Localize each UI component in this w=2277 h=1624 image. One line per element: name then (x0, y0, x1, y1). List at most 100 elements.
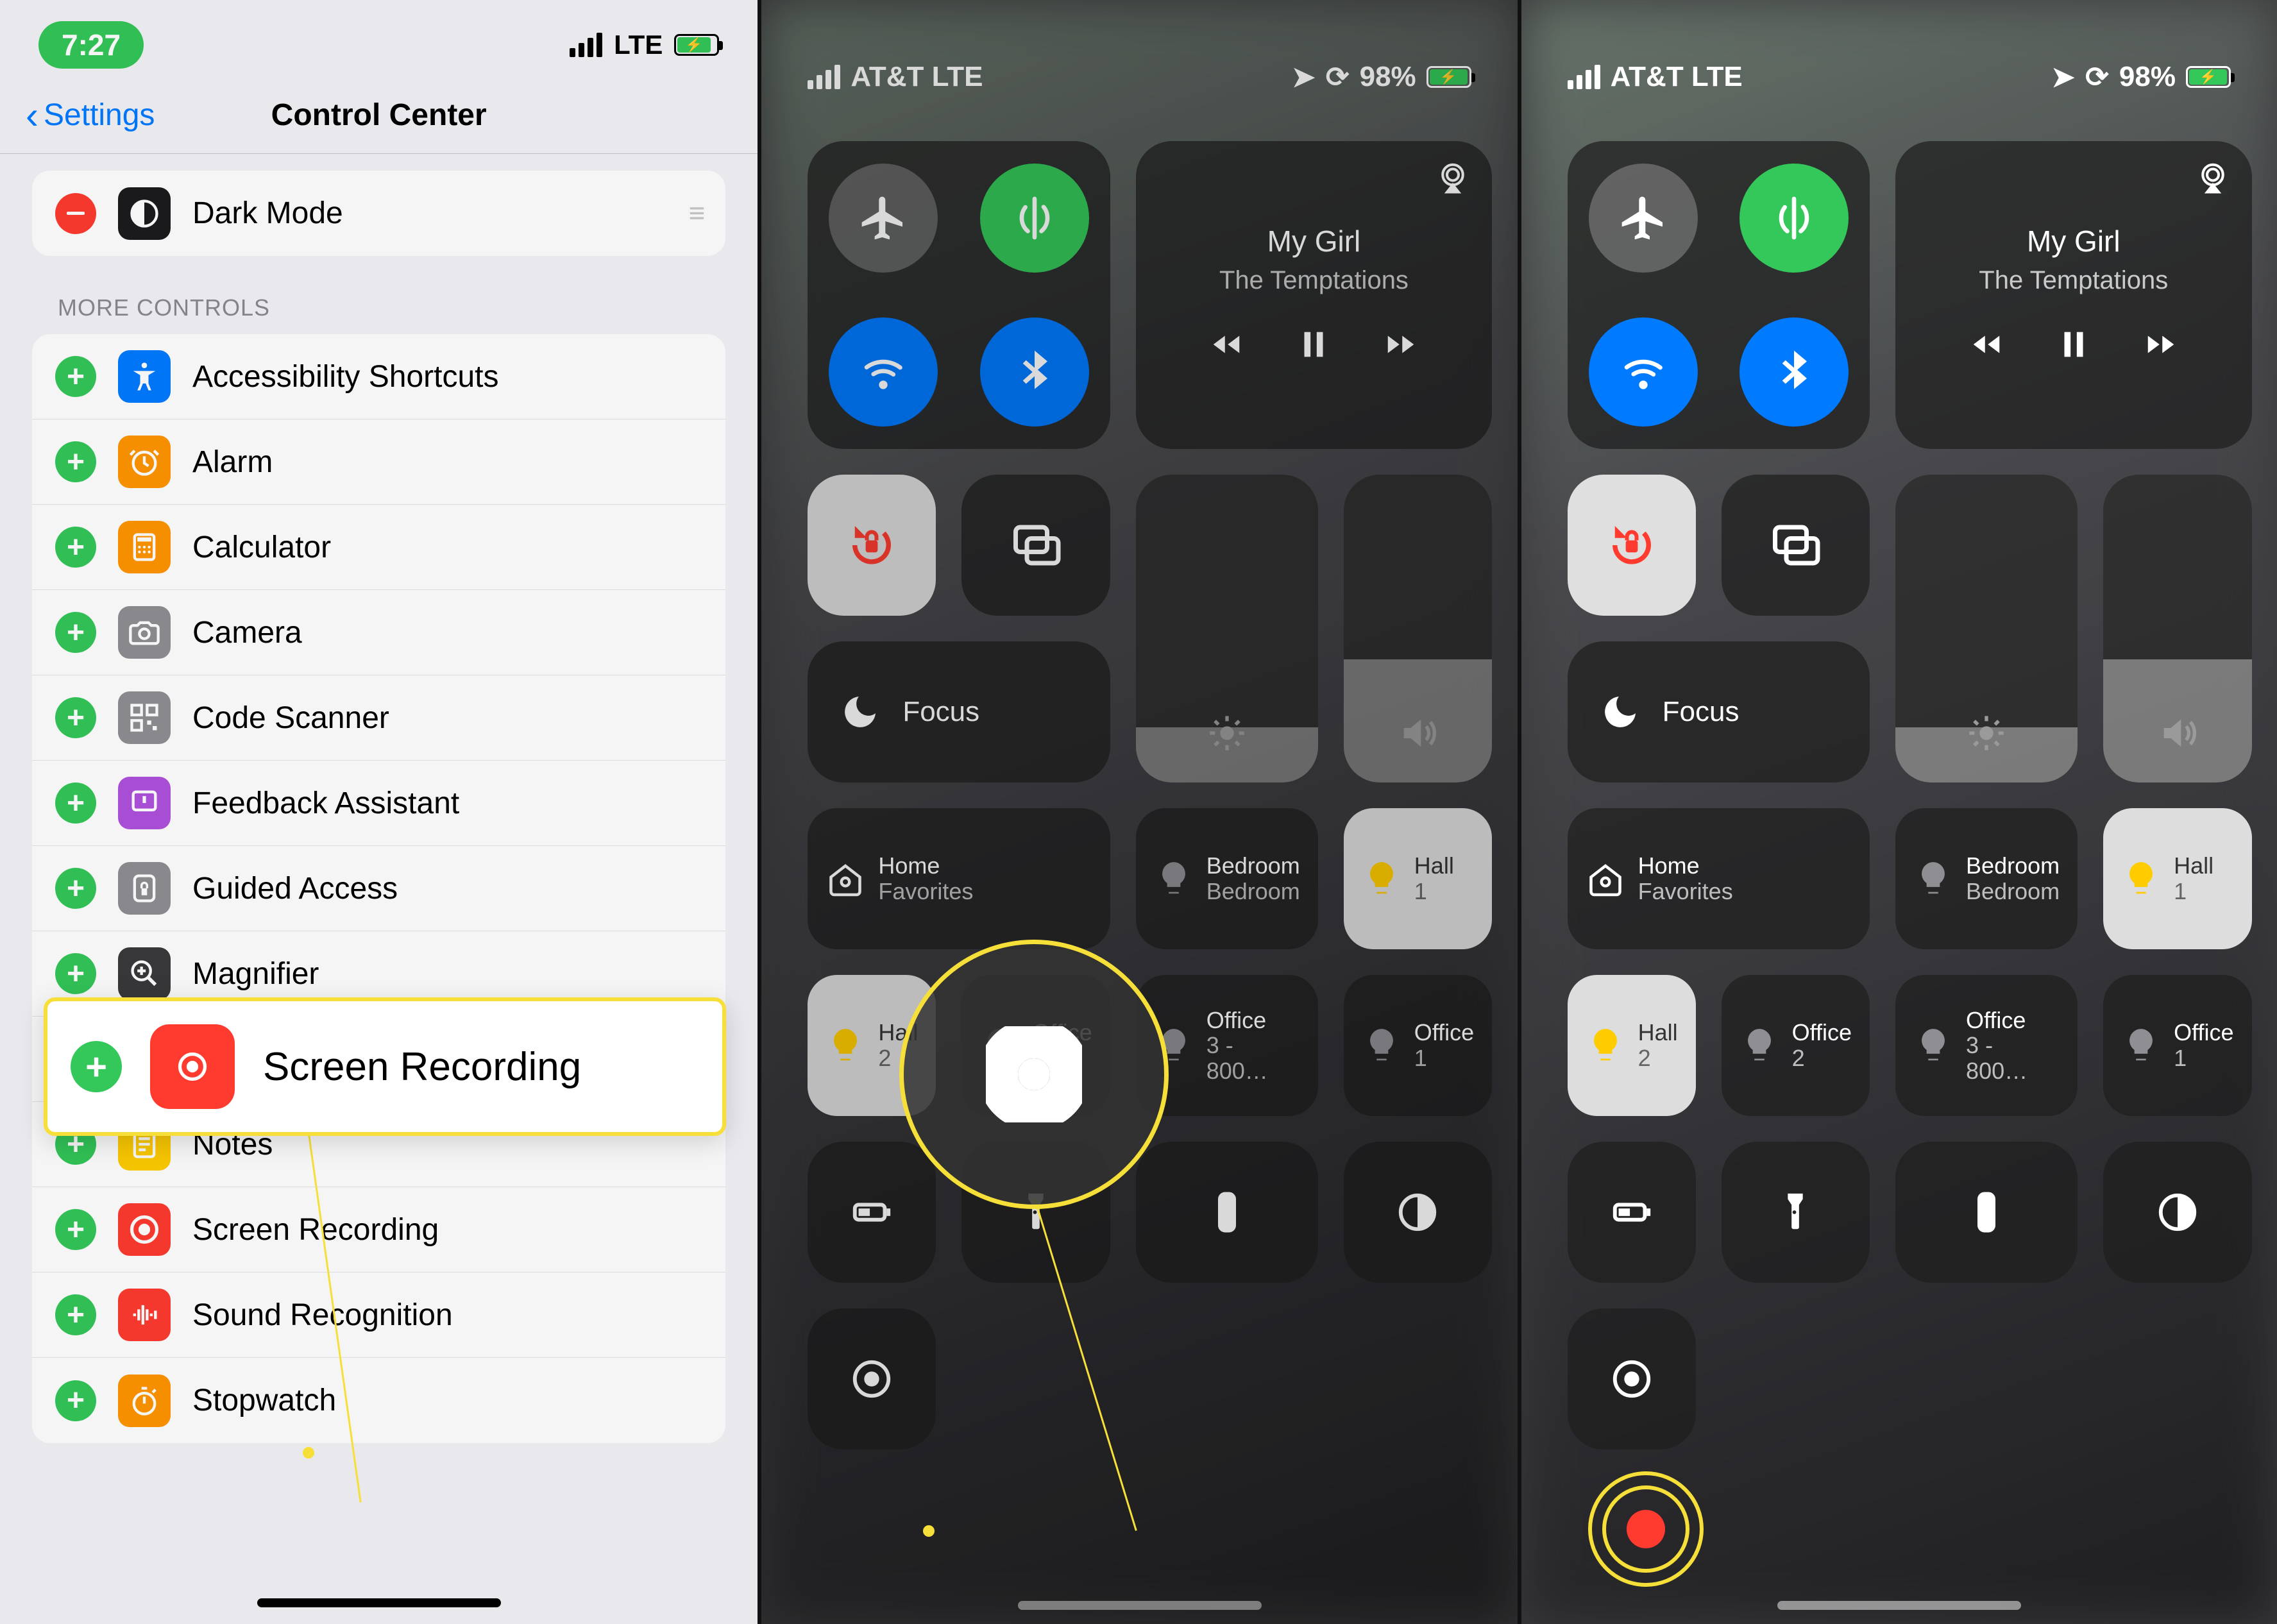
control-row[interactable]: +Alarm (32, 419, 725, 505)
battery-icon: ⚡ (674, 34, 719, 56)
control-row[interactable]: +Camera (32, 590, 725, 675)
remove-button[interactable] (55, 193, 96, 234)
home-tile[interactable]: Hall2 (1568, 975, 1696, 1116)
connectivity-group (808, 141, 1110, 449)
control-row[interactable]: + Code Scanner (32, 675, 725, 761)
dark-mode-toggle[interactable] (1344, 1142, 1492, 1283)
home-indicator[interactable] (1777, 1601, 2021, 1610)
control-row-dark-mode[interactable]: Dark Mode ≡ (32, 171, 725, 256)
brightness-slider[interactable] (1136, 475, 1318, 782)
stopwatch-icon (118, 1374, 171, 1427)
control-row[interactable]: +Calculator (32, 505, 725, 590)
row-label: Accessibility Shortcuts (192, 359, 702, 394)
add-button[interactable]: + (55, 441, 96, 482)
control-row[interactable]: + Stopwatch (32, 1358, 725, 1443)
control-row[interactable]: + Feedback Assistant (32, 761, 725, 846)
home-tile-l2: 3 - 800… (1966, 1033, 2060, 1083)
low-power-mode-toggle[interactable] (1568, 1142, 1696, 1283)
feedback-icon (118, 777, 171, 829)
home-tile-l1: Hall (1414, 853, 1454, 879)
pause-button[interactable] (2055, 326, 2092, 366)
cellular-data-toggle[interactable] (959, 141, 1110, 295)
flashlight-toggle[interactable] (1722, 1142, 1870, 1283)
screen-recording-icon (150, 1024, 235, 1109)
control-row[interactable]: +Screen Recording (32, 1187, 725, 1273)
focus-button[interactable]: Focus (1568, 641, 1870, 782)
cc-status-bar: AT&T LTE ➤ ⟳ 98% ⚡ (1568, 0, 2231, 115)
carrier-label: AT&T LTE (851, 61, 983, 93)
forward-button[interactable] (2144, 327, 2178, 365)
orientation-lock-toggle[interactable] (1568, 475, 1696, 616)
row-label: Stopwatch (192, 1383, 702, 1418)
wifi-toggle[interactable] (1568, 295, 1719, 449)
home-tile[interactable]: Office3 - 800… (1895, 975, 2078, 1116)
dark-mode-toggle[interactable] (2103, 1142, 2251, 1283)
add-button[interactable]: + (55, 697, 96, 738)
now-playing-tile[interactable]: My Girl The Temptations (1136, 141, 1492, 449)
calculator-icon (118, 521, 171, 573)
bluetooth-toggle[interactable] (1718, 295, 1870, 449)
cellular-signal-icon (570, 33, 602, 57)
control-row[interactable]: +Guided Access (32, 846, 725, 931)
home-tile[interactable]: Office1 (1344, 975, 1492, 1116)
add-button[interactable]: + (55, 1294, 96, 1335)
rewind-button[interactable] (1209, 327, 1244, 365)
home-indicator[interactable] (257, 1598, 501, 1607)
add-button[interactable]: + (55, 953, 96, 994)
apple-tv-remote-button[interactable] (1136, 1142, 1318, 1283)
more-controls-list: + Accessibility Shortcuts +Alarm+Calculato… (32, 334, 725, 1443)
pause-button[interactable] (1295, 326, 1332, 366)
drag-handle-icon[interactable]: ≡ (689, 198, 703, 230)
add-button[interactable]: + (55, 1209, 96, 1250)
screen-mirroring-button[interactable] (1722, 475, 1870, 616)
home-header-l2: Favorites (878, 879, 973, 904)
orientation-lock-toggle[interactable] (808, 475, 936, 616)
add-button[interactable]: + (71, 1041, 122, 1092)
location-icon: ➤ (2051, 61, 2075, 94)
home-tile[interactable]: Hall1 (2103, 808, 2251, 949)
forward-button[interactable] (1384, 327, 1418, 365)
home-header-l1: Home (878, 853, 973, 879)
apple-tv-remote-button[interactable] (1895, 1142, 2078, 1283)
airplay-icon[interactable] (2196, 160, 2230, 198)
volume-slider[interactable] (2103, 475, 2251, 782)
control-row[interactable]: + Accessibility Shortcuts (32, 334, 725, 419)
add-button[interactable]: + (55, 868, 96, 909)
control-row[interactable]: +Sound Recognition (32, 1273, 725, 1358)
add-button[interactable]: + (55, 612, 96, 653)
home-tile[interactable]: Hall1 (1344, 808, 1492, 949)
home-tile[interactable]: BedroomBedroom (1136, 808, 1318, 949)
airplane-mode-toggle[interactable] (808, 141, 959, 295)
now-playing-tile[interactable]: My Girl The Temptations (1895, 141, 2251, 449)
cc-status-bar: AT&T LTE ➤ ⟳ 98% ⚡ (808, 0, 1471, 115)
wifi-toggle[interactable] (808, 295, 959, 449)
row-label: Feedback Assistant (192, 786, 702, 821)
home-tile[interactable]: Office2 (1722, 975, 1870, 1116)
back-button[interactable]: ‹ Settings (26, 97, 155, 133)
screen-recording-toggle[interactable] (808, 1308, 936, 1450)
rewind-button[interactable] (1969, 327, 2004, 365)
screen-recording-toggle[interactable] (1568, 1308, 1696, 1450)
status-time-pill[interactable]: 7:27 (38, 21, 144, 69)
row-label: Code Scanner (192, 700, 702, 736)
screen-mirroring-button[interactable] (961, 475, 1110, 616)
add-button[interactable]: + (55, 356, 96, 397)
home-tile[interactable]: BedroomBedroom (1895, 808, 2078, 949)
home-header-tile[interactable]: HomeFavorites (1568, 808, 1870, 949)
home-tile[interactable]: Office1 (2103, 975, 2251, 1116)
add-button[interactable]: + (55, 527, 96, 568)
low-power-mode-toggle[interactable] (808, 1142, 936, 1283)
add-button[interactable]: + (55, 782, 96, 824)
home-indicator[interactable] (1018, 1601, 1262, 1610)
cellular-data-toggle[interactable] (1718, 141, 1870, 295)
bluetooth-toggle[interactable] (959, 295, 1110, 449)
add-button[interactable]: + (55, 1380, 96, 1421)
home-tile-l1: Bedroom (1206, 853, 1300, 879)
airplane-mode-toggle[interactable] (1568, 141, 1719, 295)
brightness-slider[interactable] (1895, 475, 2078, 782)
airplay-icon[interactable] (1435, 160, 1470, 198)
focus-button[interactable]: Focus (808, 641, 1110, 782)
home-header-tile[interactable]: HomeFavorites (808, 808, 1110, 949)
cellular-signal-icon (808, 65, 840, 89)
volume-slider[interactable] (1344, 475, 1492, 782)
